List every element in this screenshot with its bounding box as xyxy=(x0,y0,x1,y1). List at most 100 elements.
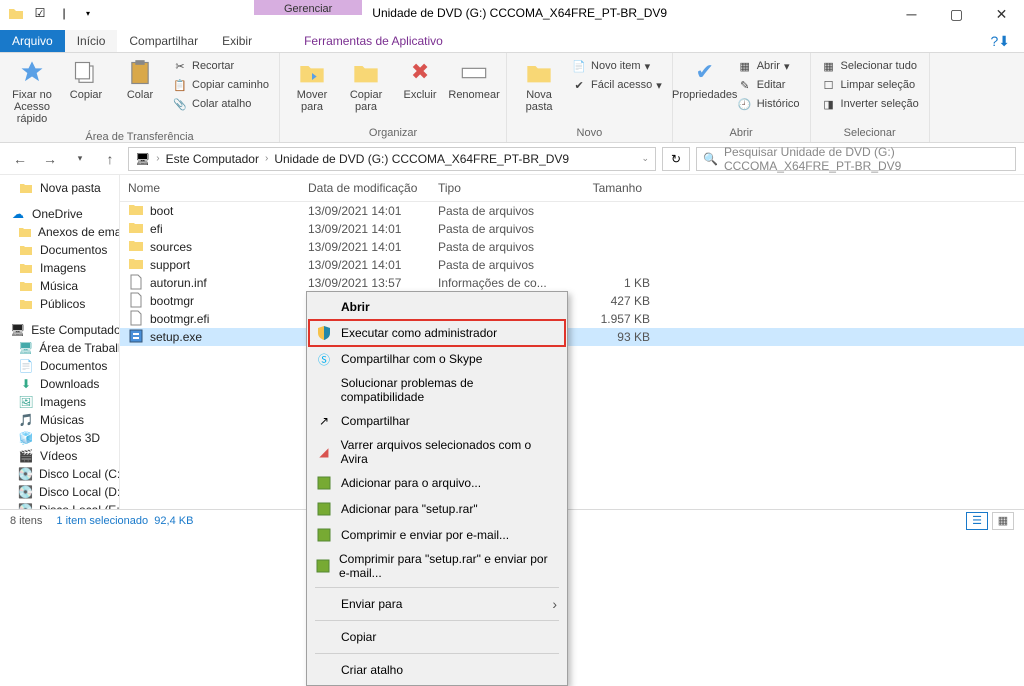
file-date: 13/09/2021 14:01 xyxy=(308,222,438,236)
nav-documentos1[interactable]: Documentos xyxy=(0,241,119,259)
file-type: Pasta de arquivos xyxy=(438,240,568,254)
ctx-compress-rar-mail[interactable]: Comprimir para "setup.rar" e enviar por … xyxy=(309,548,565,584)
view-details-button[interactable]: ☰ xyxy=(966,512,988,530)
content-area: Nova pasta ☁OneDrive Anexos de email Doc… xyxy=(0,175,1024,509)
group-organize-label: Organizar xyxy=(286,125,500,142)
nav-videos[interactable]: 🎬Vídeos xyxy=(0,447,119,465)
nav-discoe[interactable]: 💽Disco Local (E:) xyxy=(0,501,119,509)
crumb-dropdown-icon[interactable]: ⌄ xyxy=(641,153,649,164)
help-icon[interactable]: ?⬇ xyxy=(986,31,1014,52)
file-row[interactable]: sources13/09/2021 14:01Pasta de arquivos xyxy=(120,238,1024,256)
tab-arquivo[interactable]: Arquivo xyxy=(0,30,65,52)
ctx-avira[interactable]: ◢Varrer arquivos selecionados com o Avir… xyxy=(309,434,565,470)
new-folder-button[interactable]: Nova pasta xyxy=(513,55,565,117)
properties-button[interactable]: ✔Propriedades xyxy=(679,55,731,105)
ctx-run-as-admin[interactable]: Executar como administrador xyxy=(309,320,565,346)
nav-musicas2[interactable]: 🎵Músicas xyxy=(0,411,119,429)
file-row[interactable]: bootmgr.efi13/09/2021 13:57Arquivo EFI1.… xyxy=(120,310,1024,328)
view-large-button[interactable]: ▦ xyxy=(992,512,1014,530)
col-tipo[interactable]: Tipo xyxy=(430,175,560,201)
refresh-button[interactable]: ↻ xyxy=(662,147,690,171)
new-item-button[interactable]: 📄Novo item ▾ xyxy=(567,57,666,75)
nav-nova-pasta[interactable]: Nova pasta xyxy=(0,179,119,197)
copy-to-button[interactable]: Copiar para xyxy=(340,55,392,117)
qa-dropdown-icon[interactable]: ▾ xyxy=(78,3,98,23)
nav-area[interactable]: 🖥Área de Trabalho xyxy=(0,339,119,357)
navigation-pane[interactable]: Nova pasta ☁OneDrive Anexos de email Doc… xyxy=(0,175,120,509)
tab-compartilhar[interactable]: Compartilhar xyxy=(117,30,210,52)
up-button[interactable]: ↑ xyxy=(98,147,122,171)
crumb-pc[interactable]: Este Computador xyxy=(166,152,259,166)
nav-imagens2[interactable]: 🖼Imagens xyxy=(0,393,119,411)
ctx-send-to[interactable]: Enviar para› xyxy=(309,591,565,617)
rename-button[interactable]: Renomear xyxy=(448,55,500,105)
tab-exibir[interactable]: Exibir xyxy=(210,30,264,52)
ctx-copy[interactable]: Copiar xyxy=(309,624,565,650)
close-button[interactable]: ✕ xyxy=(979,0,1024,28)
path-icon: 📋 xyxy=(172,77,188,93)
select-all-button[interactable]: ▦Selecionar tudo xyxy=(817,57,923,75)
paste-button[interactable]: Colar xyxy=(114,55,166,105)
ctx-abrir[interactable]: Abrir xyxy=(309,294,565,320)
skype-icon: Ⓢ xyxy=(315,350,333,368)
ctx-compat[interactable]: Solucionar problemas de compatibilidade xyxy=(309,372,565,408)
pin-quickaccess-button[interactable]: Fixar no Acesso rápido xyxy=(6,55,58,129)
file-name: boot xyxy=(150,204,173,218)
ctx-shortcut[interactable]: Criar atalho xyxy=(309,657,565,683)
file-row[interactable]: setup.exeativo93 KB xyxy=(120,328,1024,346)
copy-button[interactable]: Copiar xyxy=(60,55,112,105)
file-row[interactable]: bootmgr13/09/2021 13:57Arquivo427 KB xyxy=(120,292,1024,310)
tab-ferramentas[interactable]: Ferramentas de Aplicativo xyxy=(292,30,455,52)
nav-objetos3d[interactable]: 🧊Objetos 3D xyxy=(0,429,119,447)
file-list[interactable]: Nome Data de modificação Tipo Tamanho bo… xyxy=(120,175,1024,509)
ctx-share[interactable]: ↗Compartilhar xyxy=(309,408,565,434)
col-nome[interactable]: Nome xyxy=(120,175,300,201)
easy-access-button[interactable]: ✔Fácil acesso ▾ xyxy=(567,76,666,94)
copy-path-button[interactable]: 📋Copiar caminho xyxy=(168,76,273,94)
search-input[interactable]: 🔍 Pesquisar Unidade de DVD (G:) CCCOMA_X… xyxy=(696,147,1016,171)
nav-musica1[interactable]: Música xyxy=(0,277,119,295)
edit-button[interactable]: ✎Editar xyxy=(733,76,804,94)
history-button[interactable]: 🕘Histórico xyxy=(733,95,804,113)
nav-downloads[interactable]: ⬇Downloads xyxy=(0,375,119,393)
file-row[interactable]: autorun.inf13/09/2021 13:57Informações d… xyxy=(120,274,1024,292)
col-tamanho[interactable]: Tamanho xyxy=(560,175,650,201)
delete-button[interactable]: ✖Excluir xyxy=(394,55,446,105)
invert-selection-button[interactable]: ◨Inverter seleção xyxy=(817,95,923,113)
tab-inicio[interactable]: Início xyxy=(65,30,118,52)
nav-anexos[interactable]: Anexos de email xyxy=(0,223,119,241)
nav-imagens1[interactable]: Imagens xyxy=(0,259,119,277)
maximize-button[interactable]: ▢ xyxy=(934,0,979,28)
column-headers[interactable]: Nome Data de modificação Tipo Tamanho xyxy=(120,175,1024,202)
ctx-add-archive[interactable]: Adicionar para o arquivo... xyxy=(309,470,565,496)
cut-button[interactable]: ✂Recortar xyxy=(168,57,273,75)
move-to-button[interactable]: Mover para xyxy=(286,55,338,117)
ctx-add-rar[interactable]: Adicionar para "setup.rar" xyxy=(309,496,565,522)
crumb-dvd[interactable]: Unidade de DVD (G:) CCCOMA_X64FRE_PT-BR_… xyxy=(274,152,569,166)
file-row[interactable]: boot13/09/2021 14:01Pasta de arquivos xyxy=(120,202,1024,220)
col-data[interactable]: Data de modificação xyxy=(300,175,430,201)
nav-onedrive[interactable]: ☁OneDrive xyxy=(0,205,119,223)
nav-documentos2[interactable]: 📄Documentos xyxy=(0,357,119,375)
file-row[interactable]: efi13/09/2021 14:01Pasta de arquivos xyxy=(120,220,1024,238)
qa-checkbox-icon[interactable]: ☑ xyxy=(30,3,50,23)
nav-este-computador[interactable]: 🖥Este Computador xyxy=(0,321,119,339)
paste-label: Colar xyxy=(127,89,153,101)
file-date: 13/09/2021 14:01 xyxy=(308,204,438,218)
recent-dropdown[interactable]: ▾ xyxy=(68,147,92,171)
ctx-separator xyxy=(315,587,559,588)
ctx-skype[interactable]: ⓈCompartilhar com o Skype xyxy=(309,346,565,372)
back-button[interactable]: ← xyxy=(8,147,32,171)
minimize-button[interactable]: ─ xyxy=(889,0,934,28)
breadcrumb[interactable]: 🖥 › Este Computador › Unidade de DVD (G:… xyxy=(128,147,656,171)
contextual-tab-manage[interactable]: Gerenciar xyxy=(254,0,362,15)
open-button[interactable]: ▦Abrir ▾ xyxy=(733,57,804,75)
nav-discoc[interactable]: 💽Disco Local (C:) xyxy=(0,465,119,483)
nav-discod[interactable]: 💽Disco Local (D:) xyxy=(0,483,119,501)
file-row[interactable]: support13/09/2021 14:01Pasta de arquivos xyxy=(120,256,1024,274)
clear-selection-button[interactable]: ☐Limpar seleção xyxy=(817,76,923,94)
forward-button[interactable]: → xyxy=(38,147,62,171)
nav-publicos[interactable]: Públicos xyxy=(0,295,119,313)
ctx-compress-mail[interactable]: Comprimir e enviar por e-mail... xyxy=(309,522,565,548)
paste-shortcut-button[interactable]: 📎Colar atalho xyxy=(168,95,273,113)
